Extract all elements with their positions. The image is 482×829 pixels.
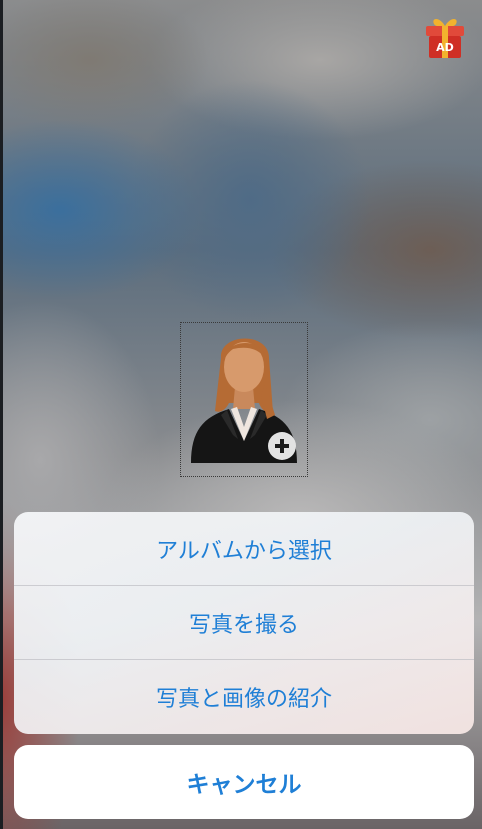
- ad-label: AD: [436, 41, 454, 54]
- left-edge-divider: [0, 0, 3, 829]
- plus-circle-icon[interactable]: [267, 431, 297, 461]
- photo-guide-button[interactable]: 写真と画像の紹介: [14, 660, 474, 734]
- avatar-photo-frame[interactable]: [180, 322, 308, 477]
- gift-icon: AD: [426, 19, 464, 58]
- photo-action-sheet: アルバムから選択 写真を撮る 写真と画像の紹介: [14, 512, 474, 734]
- cancel-button[interactable]: キャンセル: [14, 745, 474, 819]
- select-from-album-button[interactable]: アルバムから選択: [14, 512, 474, 586]
- ad-gift-button[interactable]: AD: [423, 14, 467, 60]
- take-photo-button[interactable]: 写真を撮る: [14, 586, 474, 660]
